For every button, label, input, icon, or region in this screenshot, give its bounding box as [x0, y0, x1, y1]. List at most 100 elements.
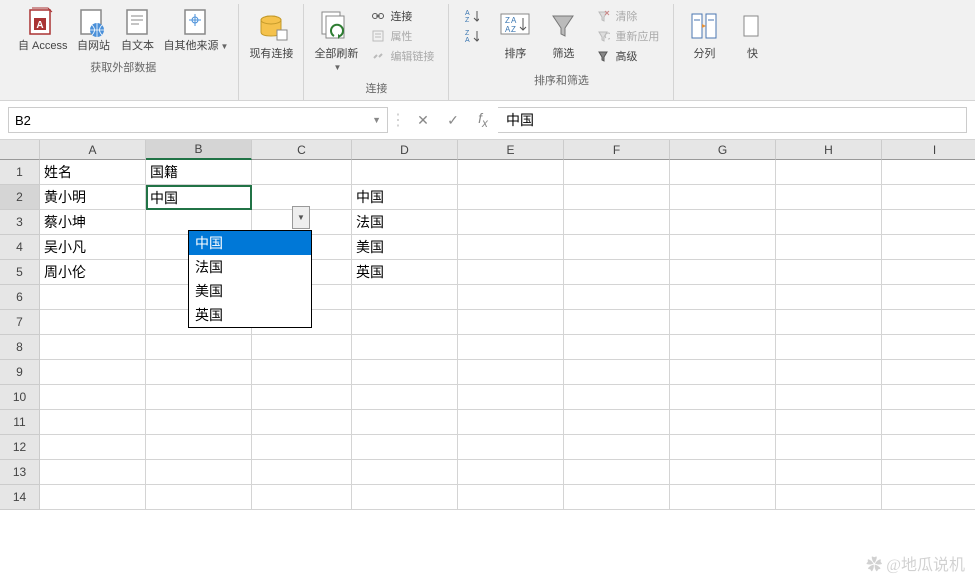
cell-A2[interactable]: 黄小明 [40, 185, 146, 210]
cell-H10[interactable] [776, 385, 882, 410]
cell-E13[interactable] [458, 460, 564, 485]
cell-E6[interactable] [458, 285, 564, 310]
row-header-13[interactable]: 13 [0, 460, 40, 485]
cell-G11[interactable] [670, 410, 776, 435]
cell-G8[interactable] [670, 335, 776, 360]
cell-C12[interactable] [252, 435, 352, 460]
row-header-5[interactable]: 5 [0, 260, 40, 285]
cell-C14[interactable] [252, 485, 352, 510]
cell-E2[interactable] [458, 185, 564, 210]
cell-A8[interactable] [40, 335, 146, 360]
column-header-F[interactable]: F [564, 140, 670, 160]
row-header-14[interactable]: 14 [0, 485, 40, 510]
cell-C1[interactable] [252, 160, 352, 185]
cell-A1[interactable]: 姓名 [40, 160, 146, 185]
cell-I14[interactable] [882, 485, 975, 510]
select-all-corner[interactable] [0, 140, 40, 160]
cell-I8[interactable] [882, 335, 975, 360]
cell-A7[interactable] [40, 310, 146, 335]
cell-B14[interactable] [146, 485, 252, 510]
from-other-button[interactable]: 自其他来源▼ [160, 4, 233, 55]
dropdown-option[interactable]: 法国 [189, 255, 311, 279]
cell-A14[interactable] [40, 485, 146, 510]
advanced-filter-button[interactable]: 高级 [591, 46, 663, 66]
cell-B2[interactable]: 中国 [146, 185, 252, 210]
row-header-8[interactable]: 8 [0, 335, 40, 360]
row-header-12[interactable]: 12 [0, 435, 40, 460]
cell-F11[interactable] [564, 410, 670, 435]
dropdown-option[interactable]: 中国 [189, 231, 311, 255]
cell-G3[interactable] [670, 210, 776, 235]
cell-E12[interactable] [458, 435, 564, 460]
connections-button[interactable]: 连接 [366, 6, 438, 26]
cell-H3[interactable] [776, 210, 882, 235]
cell-D4[interactable]: 美国 [352, 235, 458, 260]
cell-H4[interactable] [776, 235, 882, 260]
cell-A12[interactable] [40, 435, 146, 460]
cell-E5[interactable] [458, 260, 564, 285]
refresh-all-button[interactable]: 全部刷新▼ [310, 4, 362, 76]
cell-C8[interactable] [252, 335, 352, 360]
column-header-B[interactable]: B [146, 140, 252, 160]
cell-D7[interactable] [352, 310, 458, 335]
sort-desc-button[interactable]: ZA [459, 26, 487, 46]
cell-A3[interactable]: 蔡小坤 [40, 210, 146, 235]
cell-E11[interactable] [458, 410, 564, 435]
cell-H1[interactable] [776, 160, 882, 185]
cell-H9[interactable] [776, 360, 882, 385]
cell-B12[interactable] [146, 435, 252, 460]
cell-F10[interactable] [564, 385, 670, 410]
cell-I4[interactable] [882, 235, 975, 260]
cell-G2[interactable] [670, 185, 776, 210]
cell-D10[interactable] [352, 385, 458, 410]
fx-button[interactable]: fx [468, 107, 498, 133]
cell-C13[interactable] [252, 460, 352, 485]
cell-A10[interactable] [40, 385, 146, 410]
cell-D14[interactable] [352, 485, 458, 510]
column-header-C[interactable]: C [252, 140, 352, 160]
cell-I9[interactable] [882, 360, 975, 385]
cell-G1[interactable] [670, 160, 776, 185]
cell-G5[interactable] [670, 260, 776, 285]
cell-B10[interactable] [146, 385, 252, 410]
text-to-columns-button[interactable]: 分列 [680, 4, 728, 63]
row-header-4[interactable]: 4 [0, 235, 40, 260]
column-header-I[interactable]: I [882, 140, 975, 160]
row-header-10[interactable]: 10 [0, 385, 40, 410]
cell-F14[interactable] [564, 485, 670, 510]
cell-D12[interactable] [352, 435, 458, 460]
cell-F3[interactable] [564, 210, 670, 235]
cell-F5[interactable] [564, 260, 670, 285]
cell-G7[interactable] [670, 310, 776, 335]
cell-B1[interactable]: 国籍 [146, 160, 252, 185]
cell-G14[interactable] [670, 485, 776, 510]
cell-D11[interactable] [352, 410, 458, 435]
cell-D2[interactable]: 中国 [352, 185, 458, 210]
cell-H12[interactable] [776, 435, 882, 460]
cell-G10[interactable] [670, 385, 776, 410]
row-header-6[interactable]: 6 [0, 285, 40, 310]
sort-button[interactable]: ZAAZ 排序 [491, 4, 539, 63]
cell-E9[interactable] [458, 360, 564, 385]
cell-A13[interactable] [40, 460, 146, 485]
cell-D8[interactable] [352, 335, 458, 360]
cell-E1[interactable] [458, 160, 564, 185]
cell-F2[interactable] [564, 185, 670, 210]
cell-I2[interactable] [882, 185, 975, 210]
cell-G6[interactable] [670, 285, 776, 310]
cell-A5[interactable]: 周小伦 [40, 260, 146, 285]
cell-H2[interactable] [776, 185, 882, 210]
cell-D6[interactable] [352, 285, 458, 310]
cell-F1[interactable] [564, 160, 670, 185]
cell-I6[interactable] [882, 285, 975, 310]
cell-H6[interactable] [776, 285, 882, 310]
cell-I11[interactable] [882, 410, 975, 435]
column-header-E[interactable]: E [458, 140, 564, 160]
cell-I1[interactable] [882, 160, 975, 185]
cell-A6[interactable] [40, 285, 146, 310]
row-header-1[interactable]: 1 [0, 160, 40, 185]
cell-A9[interactable] [40, 360, 146, 385]
cell-D9[interactable] [352, 360, 458, 385]
cell-B13[interactable] [146, 460, 252, 485]
row-header-2[interactable]: 2 [0, 185, 40, 210]
